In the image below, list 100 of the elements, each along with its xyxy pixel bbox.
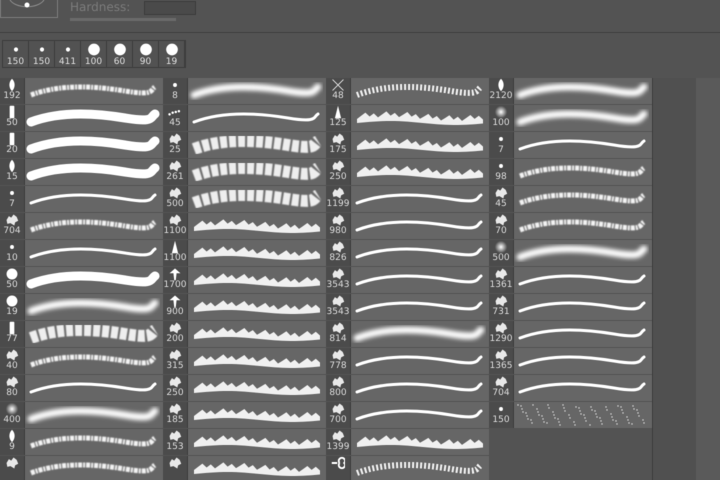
brush-tip-icon (168, 375, 182, 389)
brush-preset[interactable]: 25 (163, 132, 326, 158)
brush-size: 1700 (164, 281, 186, 290)
brush-preset[interactable]: 200 (163, 321, 326, 347)
brush-preset[interactable]: 100 (489, 105, 652, 131)
brush-preset[interactable]: 20 (0, 132, 163, 158)
brush-tip-icon (331, 132, 345, 146)
brush-tip-icon (168, 402, 182, 416)
brush-preset[interactable]: 1700 (163, 267, 326, 293)
brush-preset[interactable]: 98 (489, 159, 652, 185)
brush-size: 9 (9, 443, 15, 452)
brush-preset[interactable]: 700 (326, 402, 489, 428)
brush-preset[interactable]: 400 (0, 402, 163, 428)
brush-tip-icon (5, 456, 19, 470)
brush-tip-icon (168, 456, 182, 470)
brush-preset[interactable]: 3543 (326, 267, 489, 293)
brush-preset[interactable]: 1399 (326, 429, 489, 455)
brush-size: 77 (6, 335, 18, 344)
brush-preset[interactable]: 77 (0, 321, 163, 347)
brush-size: 1399 (326, 443, 350, 452)
brush-size: 19 (6, 308, 18, 317)
brush-preset[interactable]: 175 (326, 132, 489, 158)
brush-size: 3543 (326, 308, 350, 317)
brush-size: 704 (3, 227, 21, 236)
brush-size: 10 (6, 254, 18, 263)
brush-size: 98 (495, 173, 507, 182)
brush-size: 175 (329, 146, 347, 155)
brush-preset[interactable]: 45 (489, 186, 652, 212)
brush-preset[interactable]: 250 (326, 159, 489, 185)
brush-tip-icon (168, 294, 182, 308)
brush-size: 315 (166, 362, 184, 371)
brush-preset[interactable]: 192 (0, 78, 163, 104)
brush-preset[interactable]: 150 (489, 402, 652, 428)
brush-size: 900 (166, 308, 184, 317)
brush-preset[interactable]: 1365 (489, 348, 652, 374)
brush-preset[interactable]: 48 (326, 78, 489, 104)
brush-preset[interactable]: 19 (0, 294, 163, 320)
brush-preset[interactable]: 500 (489, 240, 652, 266)
brush-preset[interactable]: 7 (0, 186, 163, 212)
brush-preset[interactable]: 153 (163, 429, 326, 455)
brush-size: 50 (6, 281, 18, 290)
brush-size: 80 (6, 389, 18, 398)
brush-size: 1100 (164, 254, 186, 263)
brush-preset[interactable]: 826 (326, 240, 489, 266)
brush-preset[interactable]: 1199 (326, 186, 489, 212)
brush-tip-icon (331, 186, 345, 200)
brush-size: 1361 (490, 281, 512, 290)
brush-preset[interactable]: 1100 (163, 213, 326, 239)
brush-preset[interactable]: 250 (163, 375, 326, 401)
brush-size: 45 (169, 119, 181, 128)
brush-preset[interactable]: 315 (163, 348, 326, 374)
brush-preset[interactable] (326, 456, 489, 480)
brush-preset[interactable]: 778 (326, 348, 489, 374)
brush-preset[interactable]: 1100 (163, 240, 326, 266)
brush-preset[interactable]: 40 (0, 348, 163, 374)
brush-preset[interactable]: 45 (163, 105, 326, 131)
brush-size: 1290 (490, 335, 512, 344)
brush-size: 3543 (326, 281, 350, 290)
brush-tip-icon (331, 240, 345, 254)
brush-preset[interactable]: 2120 (489, 78, 652, 104)
brush-size: 400 (3, 416, 21, 425)
brush-tip-icon (494, 348, 508, 362)
brush-preset[interactable]: 50 (0, 105, 163, 131)
brush-preset[interactable]: 800 (326, 375, 489, 401)
brush-preset[interactable]: 125 (326, 105, 489, 131)
brush-tip-icon (331, 78, 345, 92)
brush-preset[interactable]: 70 (489, 213, 652, 239)
brush-preset[interactable] (0, 456, 163, 480)
brush-preset[interactable]: 185 (163, 402, 326, 428)
brush-size: 200 (166, 335, 184, 344)
brush-size: 15 (6, 173, 18, 182)
brush-size: 50 (6, 119, 18, 128)
brush-preset[interactable]: 9 (0, 429, 163, 455)
brush-tip-icon (494, 294, 508, 308)
brush-preset[interactable]: 704 (0, 213, 163, 239)
brush-preset[interactable]: 3543 (326, 294, 489, 320)
brush-preset[interactable]: 900 (163, 294, 326, 320)
brush-preset[interactable]: 7 (489, 132, 652, 158)
brush-tip-icon (331, 321, 345, 335)
brush-preset[interactable]: 1290 (489, 321, 652, 347)
brush-size: 250 (166, 389, 184, 398)
brush-preset[interactable]: 500 (163, 186, 326, 212)
brush-size: 1199 (326, 200, 350, 209)
brush-preset[interactable]: 980 (326, 213, 489, 239)
brush-preset[interactable] (163, 456, 326, 480)
brush-preset[interactable]: 15 (0, 159, 163, 185)
brush-preset[interactable]: 1361 (489, 267, 652, 293)
brush-tip-icon (331, 267, 345, 281)
brush-preset[interactable]: 261 (163, 159, 326, 185)
brush-preset[interactable]: 80 (0, 375, 163, 401)
brush-preset[interactable]: 814 (326, 321, 489, 347)
brush-preset[interactable]: 731 (489, 294, 652, 320)
brush-size: 778 (329, 362, 347, 371)
brush-size: 45 (495, 200, 507, 209)
brush-size: 814 (329, 335, 347, 344)
brush-preset[interactable]: 10 (0, 240, 163, 266)
brush-tip-icon (331, 348, 345, 362)
brush-preset[interactable]: 704 (489, 375, 652, 401)
brush-preset[interactable]: 50 (0, 267, 163, 293)
brush-preset[interactable]: 8 (163, 78, 326, 104)
